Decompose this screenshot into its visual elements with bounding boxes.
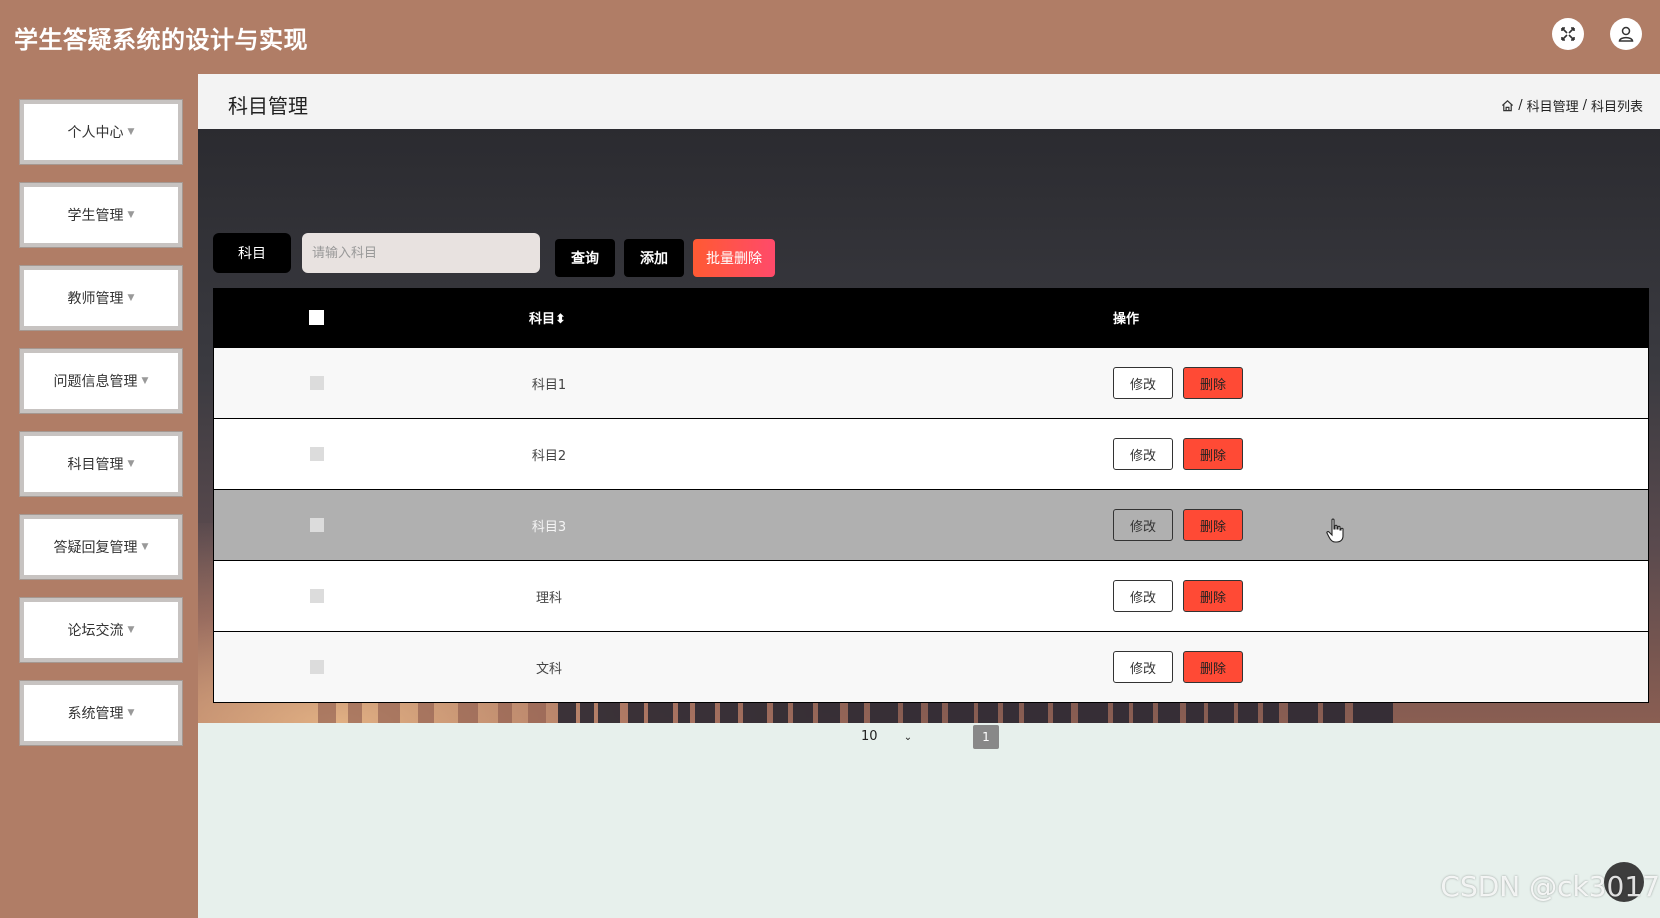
subject-cell: 理科: [535, 591, 562, 606]
table-header: 科目⬍ 操作: [213, 288, 1649, 348]
select-all-checkbox[interactable]: [309, 310, 324, 325]
caret-down-icon: ▼: [127, 459, 135, 469]
add-button[interactable]: 添加: [624, 239, 684, 277]
edit-button[interactable]: 修改: [1113, 509, 1173, 541]
edit-button[interactable]: 修改: [1113, 580, 1173, 612]
breadcrumb-item[interactable]: 科目管理: [1527, 96, 1579, 115]
page-header: 科目管理 / 科目管理 / 科目列表: [198, 74, 1660, 129]
sidebar-item-system-management[interactable]: 系统管理 ▼: [20, 681, 182, 745]
sidebar-item-label: 论坛交流: [67, 623, 124, 639]
table-row: 科目2 修改 删除: [213, 419, 1649, 490]
watermark: CSDN @ck3017: [1440, 870, 1660, 903]
sidebar: 个人中心 ▼ 学生管理 ▼ 教师管理 ▼ 问题信息管理 ▼ 科目管理 ▼ 答疑回复管理 ▼ …: [0, 74, 198, 918]
sidebar-item-answer-management[interactable]: 答疑回复管理 ▼: [20, 515, 182, 579]
fullscreen-button[interactable]: [1552, 18, 1584, 50]
table-row: 科目1 修改 删除: [213, 348, 1649, 419]
page-number-button[interactable]: 1: [973, 725, 999, 749]
delete-button[interactable]: 删除: [1183, 651, 1243, 683]
sidebar-item-label: 问题信息管理: [53, 374, 138, 390]
table-row-hovered: 科目3 修改 删除: [213, 490, 1649, 561]
row-checkbox[interactable]: [310, 376, 324, 390]
delete-button[interactable]: 删除: [1183, 509, 1243, 541]
sort-icon[interactable]: ⬍: [555, 312, 566, 327]
sidebar-item-subject-management[interactable]: 科目管理 ▼: [20, 432, 182, 496]
chevron-down-icon: ⌄: [903, 732, 913, 743]
table-row: 理科 修改 删除: [213, 561, 1649, 632]
page-title: 科目管理: [228, 94, 308, 118]
delete-button[interactable]: 删除: [1183, 367, 1243, 399]
sidebar-item-question-management[interactable]: 问题信息管理 ▼: [20, 349, 182, 413]
top-header: 学生答疑系统的设计与实现: [0, 0, 1660, 74]
user-button[interactable]: [1610, 18, 1642, 50]
breadcrumb-item: 科目列表: [1590, 100, 1643, 115]
subject-cell: 科目1: [531, 378, 567, 393]
sidebar-item-personal-center[interactable]: 个人中心 ▼: [20, 100, 182, 164]
batch-delete-button[interactable]: 批量删除: [693, 239, 775, 277]
caret-down-icon: ▼: [127, 708, 135, 718]
row-checkbox[interactable]: [310, 447, 324, 461]
caret-down-icon: ▼: [127, 127, 135, 137]
fullscreen-icon: [1561, 27, 1575, 41]
query-button[interactable]: 查询: [555, 239, 615, 277]
edit-button[interactable]: 修改: [1113, 438, 1173, 470]
sidebar-item-label: 科目管理: [67, 457, 124, 473]
edit-button[interactable]: 修改: [1113, 367, 1173, 399]
subject-search-input[interactable]: [302, 233, 540, 273]
sidebar-item-teacher-management[interactable]: 教师管理 ▼: [20, 266, 182, 330]
subject-filter-label: 科目: [213, 233, 291, 273]
breadcrumb-separator: /: [1518, 98, 1523, 113]
main-content: 科目管理 / 科目管理 / 科目列表 科目 请输入科目 查询 添加 批量删除 科…: [198, 74, 1660, 918]
sidebar-item-label: 个人中心: [67, 125, 124, 141]
subject-column-header[interactable]: 科目⬍: [529, 308, 566, 327]
hand-cursor-icon: [1326, 518, 1344, 543]
caret-down-icon: ▼: [141, 542, 149, 552]
page-size-value: 10: [861, 729, 878, 744]
caret-down-icon: ▼: [127, 293, 135, 303]
app-title: 学生答疑系统的设计与实现: [14, 26, 308, 54]
page-size-select[interactable]: 10 ⌄: [861, 729, 912, 744]
table-row: 文科 修改 删除: [213, 632, 1649, 703]
user-icon: [1618, 26, 1634, 42]
caret-down-icon: ▼: [127, 210, 135, 220]
subject-cell: 科目2: [531, 449, 567, 464]
subject-header-label: 科目: [529, 312, 556, 327]
subject-cell: 科目3: [531, 520, 567, 535]
edit-button[interactable]: 修改: [1113, 651, 1173, 683]
row-checkbox[interactable]: [310, 518, 324, 532]
sidebar-item-label: 系统管理: [67, 706, 124, 722]
sidebar-item-label: 学生管理: [67, 208, 124, 224]
delete-button[interactable]: 删除: [1183, 580, 1243, 612]
delete-button[interactable]: 删除: [1183, 438, 1243, 470]
actions-column-header: 操作: [1113, 312, 1140, 327]
sidebar-item-label: 答疑回复管理: [53, 540, 138, 556]
sidebar-item-forum[interactable]: 论坛交流 ▼: [20, 598, 182, 662]
row-checkbox[interactable]: [310, 589, 324, 603]
caret-down-icon: ▼: [141, 376, 149, 386]
caret-down-icon: ▼: [127, 625, 135, 635]
breadcrumb: / 科目管理 / 科目列表: [1501, 96, 1643, 115]
sidebar-item-student-management[interactable]: 学生管理 ▼: [20, 183, 182, 247]
subject-cell: 文科: [535, 662, 562, 677]
row-checkbox[interactable]: [310, 660, 324, 674]
breadcrumb-separator: /: [1582, 98, 1587, 113]
home-icon[interactable]: [1501, 99, 1514, 112]
sidebar-item-label: 教师管理: [67, 291, 124, 307]
